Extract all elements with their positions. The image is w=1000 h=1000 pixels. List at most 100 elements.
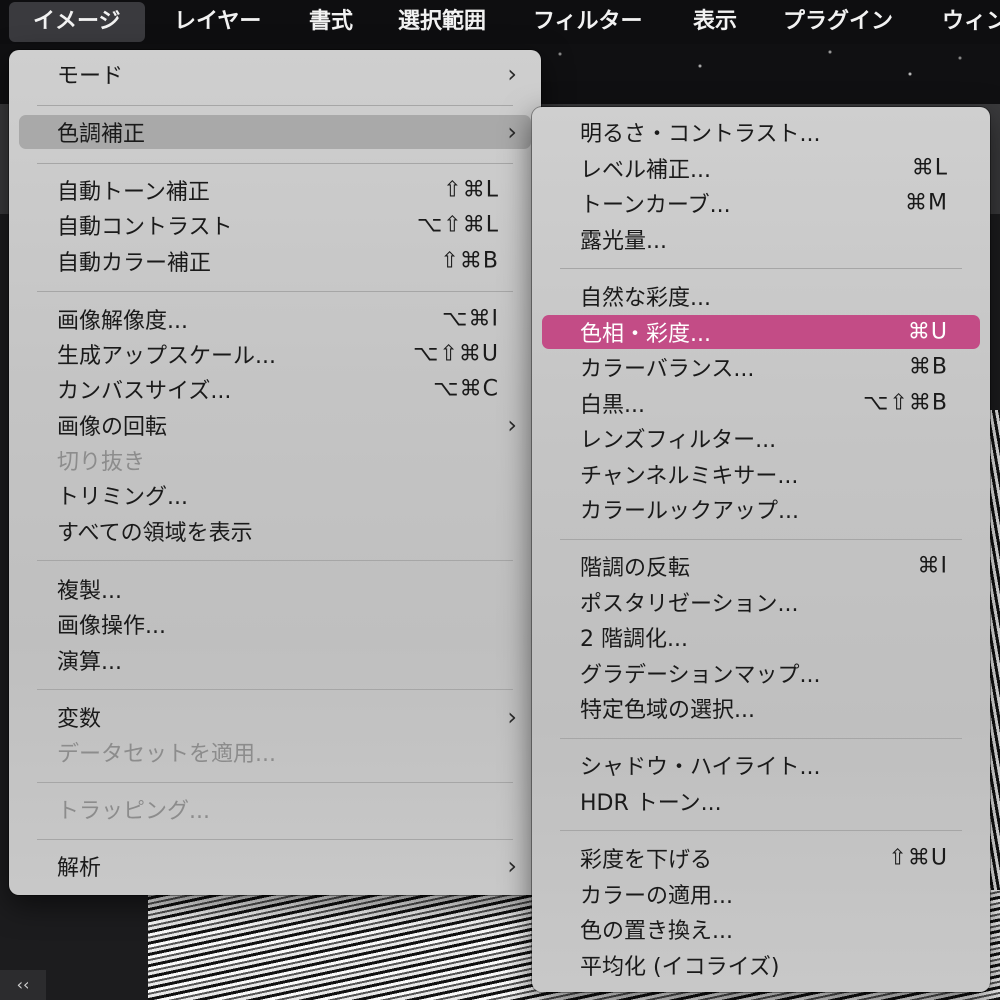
menu-item-equalize[interactable]: 平均化 (イコライズ)	[542, 948, 980, 982]
menu-item-reveal-all[interactable]: すべての領域を表示	[19, 514, 531, 548]
chevron-right-icon: ›	[507, 703, 517, 731]
shortcut-label: ⌥⌘C	[433, 376, 499, 402]
menu-item-label: 自然な彩度...	[580, 286, 711, 311]
menu-item-vibrance[interactable]: 自然な彩度...	[542, 279, 980, 313]
menu-item-curves[interactable]: トーンカーブ... ⌘M	[542, 186, 980, 220]
shortcut-label: ⌘U	[907, 319, 948, 345]
chevron-right-icon: ›	[507, 60, 517, 88]
menu-item-variables[interactable]: 変数 ›	[19, 700, 531, 734]
shortcut-label: ⌘L	[911, 155, 948, 181]
menu-item-label: 複製...	[57, 579, 122, 604]
menu-separator	[37, 560, 513, 561]
menu-item-generative-upscale[interactable]: 生成アップスケール... ⌥⇧⌘U	[19, 337, 531, 371]
menu-item-image-rotation[interactable]: 画像の回転 ›	[19, 408, 531, 442]
menu-item-label: 階調の反転	[580, 556, 691, 581]
menu-item-label: 平均化 (イコライズ)	[580, 955, 780, 980]
menubar-image[interactable]: イメージ	[9, 2, 145, 42]
menu-item-label: トラッピング...	[57, 799, 210, 824]
menubar: イメージ レイヤー 書式 選択範囲 フィルター 表示 プラグイン ウィン	[0, 0, 1000, 44]
menu-item-label: トーンカーブ...	[580, 193, 731, 218]
menu-item-mode[interactable]: モード ›	[19, 57, 531, 91]
menu-separator	[560, 830, 962, 831]
menu-separator	[37, 163, 513, 164]
menu-item-selective-color[interactable]: 特定色域の選択...	[542, 691, 980, 725]
menu-item-brightness-contrast[interactable]: 明るさ・コントラスト...	[542, 115, 980, 149]
menu-item-label: 特定色域の選択...	[580, 698, 755, 723]
menu-item-label: トリミング...	[57, 485, 188, 510]
shortcut-label: ⌘M	[905, 190, 948, 216]
menu-item-desaturate[interactable]: 彩度を下げる ⇧⌘U	[542, 841, 980, 875]
collapse-panels-button[interactable]: ‹‹	[0, 970, 46, 1000]
shortcut-label: ⇧⌘B	[440, 248, 499, 274]
menu-item-analysis[interactable]: 解析 ›	[19, 849, 531, 883]
menu-item-threshold[interactable]: 2 階調化...	[542, 620, 980, 654]
menubar-select[interactable]: 選択範囲	[398, 0, 486, 44]
menu-item-channel-mixer[interactable]: チャンネルミキサー...	[542, 457, 980, 491]
menu-item-trap: トラッピング...	[19, 792, 531, 826]
menu-item-adjustments[interactable]: 色調補正 ›	[19, 115, 531, 149]
menu-item-label: 色の置き換え...	[580, 919, 733, 944]
menu-separator	[37, 782, 513, 783]
menu-item-label: 変数	[57, 707, 102, 732]
menubar-type[interactable]: 書式	[309, 0, 353, 44]
chevron-right-icon: ›	[507, 852, 517, 880]
menubar-window[interactable]: ウィン	[942, 0, 1000, 44]
shortcut-label: ⌘B	[908, 354, 948, 380]
menu-separator	[37, 105, 513, 106]
shortcut-label: ⌥⌘I	[442, 306, 499, 332]
menu-item-color-balance[interactable]: カラーバランス... ⌘B	[542, 350, 980, 384]
menu-item-label: 画像操作...	[57, 614, 166, 639]
menu-item-apply-image[interactable]: 画像操作...	[19, 607, 531, 641]
menu-item-label: カラーバランス...	[580, 357, 755, 382]
menu-item-label: シャドウ・ハイライト...	[580, 755, 821, 780]
image-menu: モード › 色調補正 › 自動トーン補正 ⇧⌘L 自動コントラスト ⌥⇧⌘L 自…	[9, 50, 541, 895]
shortcut-label: ⌥⇧⌘U	[413, 341, 499, 367]
menu-item-label: 自動トーン補正	[57, 180, 210, 205]
menu-item-label: すべての領域を表示	[57, 521, 253, 546]
menu-item-replace-color[interactable]: 色の置き換え...	[542, 912, 980, 946]
menu-item-posterize[interactable]: ポスタリゼーション...	[542, 585, 980, 619]
menu-item-canvas-size[interactable]: カンバスサイズ... ⌥⌘C	[19, 372, 531, 406]
menu-item-photo-filter[interactable]: レンズフィルター...	[542, 421, 980, 455]
shortcut-label: ⇧⌘U	[888, 845, 948, 871]
menu-separator	[560, 268, 962, 269]
menubar-layer[interactable]: レイヤー	[174, 0, 261, 44]
menu-item-auto-contrast[interactable]: 自動コントラスト ⌥⇧⌘L	[19, 208, 531, 242]
menu-item-label: ポスタリゼーション...	[580, 592, 799, 617]
menu-item-auto-tone[interactable]: 自動トーン補正 ⇧⌘L	[19, 173, 531, 207]
menubar-view[interactable]: 表示	[693, 0, 737, 44]
menubar-plugins[interactable]: プラグイン	[783, 0, 893, 44]
menu-item-color-lookup[interactable]: カラールックアップ...	[542, 492, 980, 526]
menu-item-invert[interactable]: 階調の反転 ⌘I	[542, 549, 980, 583]
menu-item-duplicate[interactable]: 複製...	[19, 572, 531, 606]
shortcut-label: ⌥⇧⌘B	[863, 390, 948, 416]
menu-item-label: 自動カラー補正	[57, 251, 212, 276]
menu-item-exposure[interactable]: 露光量...	[542, 222, 980, 256]
menu-item-label: 画像解像度...	[57, 309, 188, 334]
menu-item-label: 解析	[57, 856, 102, 881]
menu-item-label: 彩度を下げる	[580, 848, 713, 873]
menu-item-label: 露光量...	[580, 229, 667, 254]
menu-separator	[37, 291, 513, 292]
menu-item-label: レンズフィルター...	[580, 428, 777, 453]
adjustments-submenu: 明るさ・コントラスト... レベル補正... ⌘L トーンカーブ... ⌘M 露…	[532, 107, 990, 992]
menu-item-label: チャンネルミキサー...	[580, 464, 799, 489]
menu-item-auto-color[interactable]: 自動カラー補正 ⇧⌘B	[19, 244, 531, 278]
menu-item-label: グラデーションマップ...	[580, 663, 821, 688]
menu-item-shadows-highlights[interactable]: シャドウ・ハイライト...	[542, 748, 980, 782]
menu-item-match-color[interactable]: カラーの適用...	[542, 877, 980, 911]
menu-item-levels[interactable]: レベル補正... ⌘L	[542, 151, 980, 185]
menu-item-hdr-toning[interactable]: HDR トーン...	[542, 784, 980, 818]
menu-separator	[37, 839, 513, 840]
shortcut-label: ⌥⇧⌘L	[416, 212, 499, 238]
menu-item-gradient-map[interactable]: グラデーションマップ...	[542, 656, 980, 690]
menu-item-trim[interactable]: トリミング...	[19, 478, 531, 512]
menu-item-black-white[interactable]: 白黒... ⌥⇧⌘B	[542, 386, 980, 420]
menubar-filter[interactable]: フィルター	[533, 0, 643, 44]
menu-item-label: 自動コントラスト	[57, 215, 233, 240]
menu-item-image-size[interactable]: 画像解像度... ⌥⌘I	[19, 302, 531, 336]
menu-item-calculations[interactable]: 演算...	[19, 643, 531, 677]
menu-separator	[37, 689, 513, 690]
menu-item-hue-saturation[interactable]: 色相・彩度... ⌘U	[542, 315, 980, 349]
menu-separator	[560, 539, 962, 540]
